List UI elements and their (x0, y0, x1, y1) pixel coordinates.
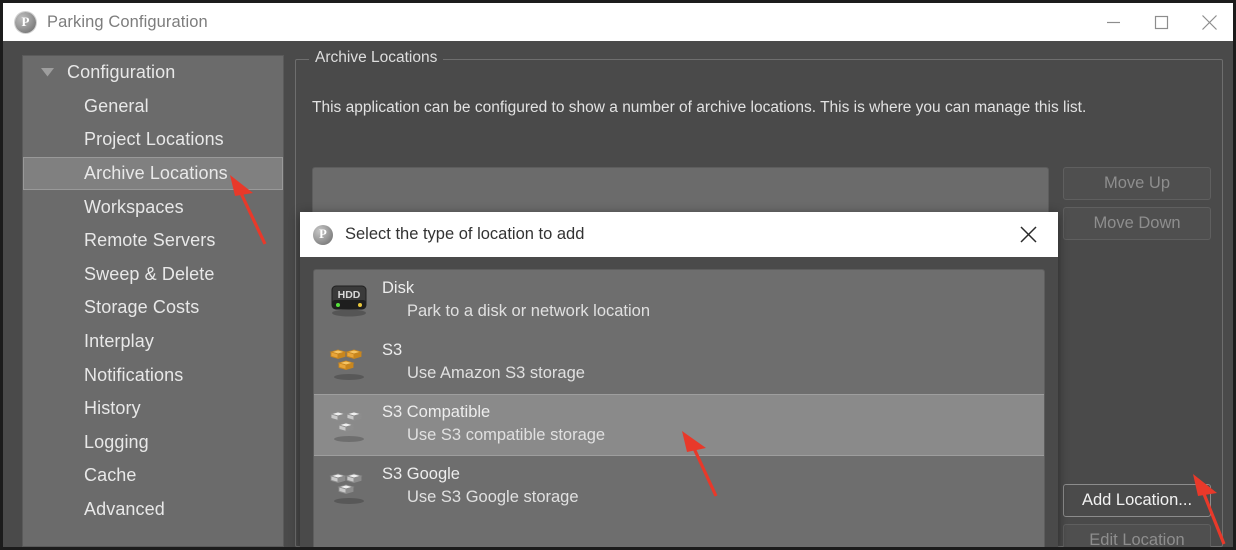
sidebar-item-label: Sweep & Delete (84, 263, 215, 284)
sidebar-item-label: Notifications (84, 364, 184, 385)
sidebar-item-notifications[interactable]: Notifications (23, 358, 283, 392)
sidebar-item-label: Remote Servers (84, 230, 216, 251)
sidebar-item-workspaces[interactable]: Workspaces (23, 190, 283, 224)
sidebar-item-label: Configuration (67, 62, 176, 83)
close-icon (1019, 226, 1037, 243)
minimize-icon (1106, 21, 1120, 23)
maximize-button[interactable] (1137, 3, 1185, 41)
dialog-logo-icon: P (313, 224, 333, 245)
s3-amazon-icon (329, 349, 364, 380)
location-type-list[interactable]: HDD Disk Park to a disk or network locatio… (313, 269, 1045, 547)
sidebar-item-label: Archive Locations (84, 163, 228, 184)
sidebar-item-logging[interactable]: Logging (23, 426, 283, 460)
window-titlebar: P Parking Configuration (3, 3, 1233, 41)
location-type-title: S3 Google (382, 465, 460, 483)
location-type-subtitle: Park to a disk or network location (407, 302, 651, 320)
hdd-icon: HDD (331, 285, 367, 317)
configuration-sidebar[interactable]: Configuration General Project Locations Ar… (22, 55, 284, 547)
move-down-button: Move Down (1063, 207, 1211, 240)
sidebar-item-label: Storage Costs (84, 297, 200, 318)
window-controls (1089, 3, 1233, 41)
add-location-button[interactable]: Add Location... (1063, 484, 1211, 517)
sidebar-item-label: Logging (84, 431, 149, 452)
sidebar-item-storage-costs[interactable]: Storage Costs (23, 291, 283, 325)
sidebar-item-project-locations[interactable]: Project Locations (23, 123, 283, 157)
sidebar-item-advanced[interactable]: Advanced (23, 493, 283, 527)
edit-location-button: Edit Location (1063, 524, 1211, 547)
s3-amazon-icon (326, 338, 372, 384)
sidebar-item-label: History (84, 398, 141, 419)
location-type-title: Disk (382, 279, 415, 297)
sidebar-item-sweep-delete[interactable]: Sweep & Delete (23, 258, 283, 292)
dialog-body: HDD Disk Park to a disk or network locatio… (300, 257, 1058, 547)
sidebar-item-label: Workspaces (84, 196, 184, 217)
dialog-titlebar: P Select the type of location to add (300, 212, 1058, 257)
s3-generic-icon (329, 473, 364, 504)
location-type-text: Disk Park to a disk or network location (382, 276, 650, 323)
sidebar-item-label: Interplay (84, 331, 154, 352)
svg-text:HDD: HDD (338, 289, 361, 301)
window-title: Parking Configuration (47, 12, 208, 31)
move-up-button: Move Up (1063, 167, 1211, 200)
parking-configuration-window: P Parking Configuration Configuration Ge… (0, 0, 1236, 550)
groupbox-legend: Archive Locations (309, 49, 444, 67)
location-type-subtitle: Use S3 compatible storage (407, 426, 606, 444)
select-location-type-dialog: P Select the type of location to add HDD… (300, 212, 1058, 547)
sidebar-item-interplay[interactable]: Interplay (23, 325, 283, 359)
location-type-text: S3 Use Amazon S3 storage (382, 338, 585, 385)
close-button[interactable] (1185, 3, 1233, 41)
dialog-close-button[interactable] (1014, 221, 1042, 249)
app-logo-icon: P (15, 11, 36, 33)
sidebar-item-label: Cache (84, 465, 137, 486)
dialog-title: Select the type of location to add (345, 225, 585, 243)
location-type-item[interactable]: HDD Disk Park to a disk or network locatio… (314, 270, 1044, 332)
sidebar-item-label: Project Locations (84, 129, 224, 150)
maximize-icon (1154, 15, 1168, 29)
sidebar-item-cache[interactable]: Cache (23, 459, 283, 493)
s3-generic-icon (326, 400, 372, 446)
sidebar-item-label: Advanced (84, 499, 165, 520)
sidebar-item-general[interactable]: General (23, 90, 283, 124)
chevron-down-icon[interactable] (37, 63, 57, 83)
location-type-text: S3 Google Use S3 Google storage (382, 462, 579, 509)
sidebar-item-configuration[interactable]: Configuration (23, 56, 283, 90)
sidebar-item-archive-locations[interactable]: Archive Locations (23, 156, 283, 191)
sidebar-item-remote-servers[interactable]: Remote Servers (23, 224, 283, 258)
s3-generic-icon (326, 462, 372, 508)
location-type-title: S3 Compatible (382, 403, 491, 421)
close-icon (1201, 14, 1217, 30)
location-type-item[interactable]: S3 Compatible Use S3 compatible storage (314, 394, 1044, 456)
hdd-icon: HDD (326, 276, 372, 322)
sidebar-item-label: General (84, 95, 149, 116)
s3-generic-icon (329, 411, 364, 442)
location-type-subtitle: Use S3 Google storage (407, 488, 579, 506)
location-type-item[interactable]: S3 Use Amazon S3 storage (314, 332, 1044, 394)
location-type-subtitle: Use Amazon S3 storage (407, 364, 585, 382)
sidebar-item-history[interactable]: History (23, 392, 283, 426)
archive-locations-description: This application can be configured to sh… (312, 99, 1087, 116)
minimize-button[interactable] (1089, 3, 1137, 41)
location-type-item[interactable]: S3 Google Use S3 Google storage (314, 456, 1044, 518)
location-type-text: S3 Compatible Use S3 compatible storage (382, 400, 605, 447)
location-type-title: S3 (382, 341, 403, 359)
